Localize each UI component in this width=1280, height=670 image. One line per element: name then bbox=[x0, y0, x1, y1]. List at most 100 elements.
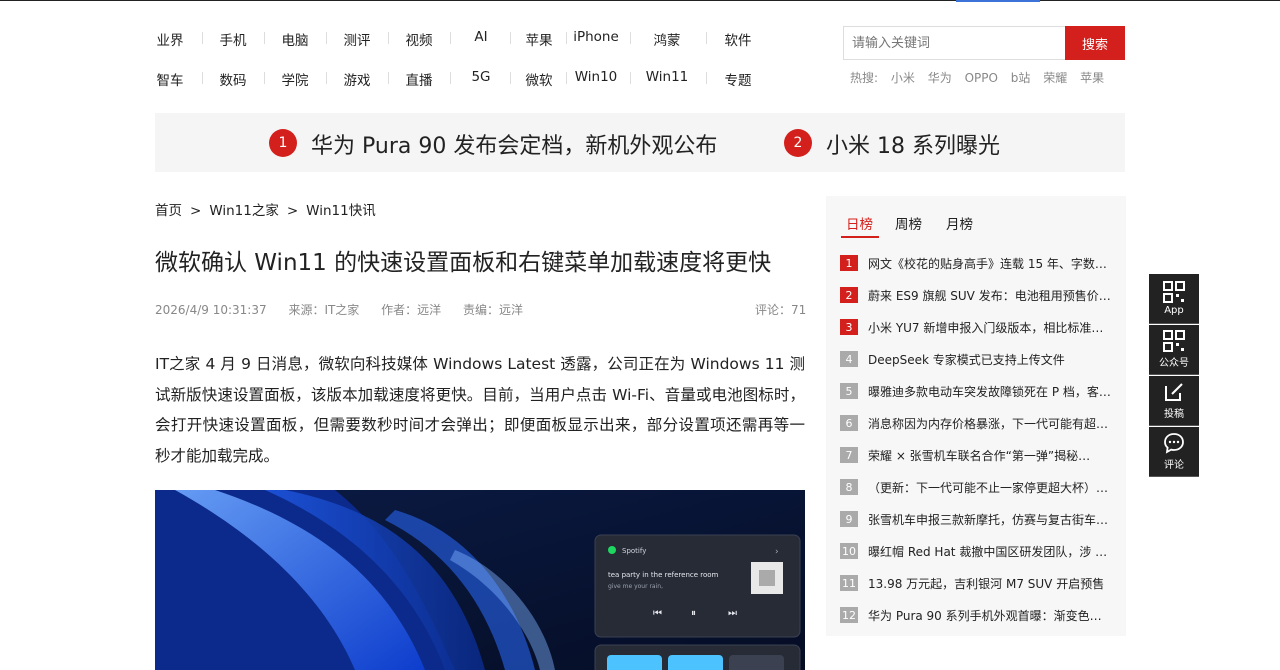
nav-item-5g[interactable]: 5G bbox=[451, 69, 511, 85]
breadcrumb-separator: > bbox=[190, 203, 202, 219]
article-date: 2026/4/9 10:31:37 bbox=[155, 303, 267, 317]
app-download-button[interactable]: App bbox=[1149, 274, 1199, 324]
search-button[interactable]: 搜索 bbox=[1065, 26, 1125, 60]
rank-badge: 2 bbox=[840, 287, 858, 303]
ranking-item-link[interactable]: 荣耀 × 张雪机车联名合作“第一弹”揭秘… bbox=[868, 447, 1112, 464]
ranking-item-link[interactable]: 消息称因为内存价格暴涨，下一代可能有超… bbox=[868, 415, 1112, 432]
qr-code-icon bbox=[1163, 330, 1185, 352]
nav-divider bbox=[706, 72, 707, 84]
article-source: 来源：IT之家 bbox=[288, 303, 360, 317]
ranking-item-link[interactable]: DeepSeek 专家模式已支持上传文件 bbox=[868, 351, 1112, 368]
ranking-item-link[interactable]: 网文《校花的贴身高手》连载 15 年、字数… bbox=[868, 255, 1112, 272]
top-border bbox=[0, 0, 1280, 1]
banner-headline-link[interactable]: 华为 Pura 90 发布会定档，新机外观公布 bbox=[311, 128, 717, 160]
qr-code-icon bbox=[1163, 281, 1185, 303]
nav-item-video[interactable]: 视频 bbox=[389, 29, 449, 49]
banner-headline-link[interactable]: 小米 18 系列曝光 bbox=[826, 128, 1000, 160]
rank-badge: 6 bbox=[840, 415, 858, 431]
breadcrumb-section[interactable]: Win11之家 bbox=[209, 203, 279, 219]
svg-text:⏮: ⏮ bbox=[653, 608, 662, 619]
article-editor: 责编：远洋 bbox=[462, 303, 523, 317]
ranking-item-link[interactable]: 曝雅迪多款电动车突发故障锁死在 P 档，客… bbox=[868, 383, 1112, 400]
tab-daily[interactable]: 日榜 bbox=[846, 213, 873, 233]
rank-badge: 12 bbox=[840, 607, 858, 623]
hot-search-term[interactable]: 荣耀 bbox=[1043, 71, 1067, 85]
active-tab-underline bbox=[841, 236, 879, 238]
tab-weekly[interactable]: 周榜 bbox=[895, 213, 922, 233]
ranking-item-link[interactable]: 曝红帽 Red Hat 裁撤中国区研发团队，涉 … bbox=[868, 543, 1112, 560]
article-meta: 2026/4/9 10:31:37 来源：IT之家 作者：远洋 责编：远洋 bbox=[155, 301, 541, 318]
rank-badge: 10 bbox=[840, 543, 858, 559]
float-label: App bbox=[1164, 305, 1184, 316]
hot-search-label: 热搜: bbox=[850, 71, 879, 85]
nav-item-win11[interactable]: Win11 bbox=[637, 69, 697, 85]
nav-item-review[interactable]: 测评 bbox=[327, 29, 387, 49]
comment-button[interactable]: 评论 bbox=[1149, 427, 1199, 477]
hot-search-term[interactable]: 小米 bbox=[891, 71, 915, 85]
svg-text:›: › bbox=[775, 547, 779, 557]
rank-badge: 11 bbox=[840, 575, 858, 591]
nav-item-harmony[interactable]: 鸿蒙 bbox=[637, 29, 697, 49]
media-artist: give me your rain, bbox=[608, 583, 663, 590]
media-track-title: tea party in the reference room bbox=[608, 571, 719, 579]
search-input[interactable] bbox=[844, 27, 1065, 59]
win11-wallpaper-illustration: Spotify tea party in the reference room … bbox=[155, 490, 805, 670]
rank-badge: 5 bbox=[840, 383, 858, 399]
nav-item-apple[interactable]: 苹果 bbox=[509, 29, 569, 49]
nav-item-topics[interactable]: 专题 bbox=[708, 69, 768, 89]
ranking-item-link[interactable]: 小米 YU7 新增申报入门级版本，相比标准… bbox=[868, 319, 1112, 336]
nav-item-live[interactable]: 直播 bbox=[389, 69, 449, 89]
nav-item-academy[interactable]: 学院 bbox=[265, 69, 325, 89]
nav-divider bbox=[630, 32, 631, 44]
rank-badge: 4 bbox=[840, 351, 858, 367]
breadcrumb: 首页 > Win11之家 > Win11快讯 bbox=[155, 199, 376, 219]
article-author: 作者：远洋 bbox=[381, 303, 442, 317]
nav-item-microsoft[interactable]: 微软 bbox=[509, 69, 569, 89]
ranking-item-link[interactable]: 华为 Pura 90 系列手机外观首曝：渐变色… bbox=[868, 607, 1112, 624]
top-accent-bar bbox=[956, 0, 1040, 2]
breadcrumb-subsection[interactable]: Win11快讯 bbox=[306, 203, 376, 219]
banner-rank-badge: 2 bbox=[784, 129, 812, 157]
ranking-item-link[interactable]: 蔚来 ES9 旗舰 SUV 发布：电池租用预售价… bbox=[868, 287, 1112, 304]
nav-item-industry[interactable]: 业界 bbox=[140, 29, 200, 49]
article-image: Spotify tea party in the reference room … bbox=[155, 490, 805, 670]
breadcrumb-home[interactable]: 首页 bbox=[155, 203, 182, 219]
tab-monthly[interactable]: 月榜 bbox=[946, 213, 973, 233]
media-app-name: Spotify bbox=[622, 547, 646, 555]
comment-icon bbox=[1164, 433, 1184, 454]
nav-item-pc[interactable]: 电脑 bbox=[265, 29, 325, 49]
nav-item-games[interactable]: 游戏 bbox=[327, 69, 387, 89]
svg-text:⏭: ⏭ bbox=[728, 608, 737, 619]
edit-icon bbox=[1165, 383, 1183, 401]
hot-search-term[interactable]: 苹果 bbox=[1080, 71, 1104, 85]
float-label: 评论 bbox=[1164, 460, 1184, 471]
article-title: 微软确认 Win11 的快速设置面板和右键菜单加载速度将更快 bbox=[155, 250, 772, 276]
nav-item-phone[interactable]: 手机 bbox=[203, 29, 263, 49]
rank-badge: 9 bbox=[840, 511, 858, 527]
ranking-item-link[interactable]: （更新：下一代可能不止一家停更超大杯）… bbox=[868, 479, 1112, 496]
ranking-item-link[interactable]: 张雪机车申报三款新摩托，仿赛与复古街车… bbox=[868, 511, 1112, 528]
comment-count-link[interactable]: 评论：71 bbox=[755, 301, 806, 318]
nav-item-digital[interactable]: 数码 bbox=[203, 69, 263, 89]
nav-item-iphone[interactable]: iPhone bbox=[566, 29, 626, 45]
nav-item-software[interactable]: 软件 bbox=[708, 29, 768, 49]
search-field-wrapper bbox=[843, 26, 1065, 60]
float-label: 投稿 bbox=[1164, 409, 1184, 420]
hot-search-term[interactable]: 华为 bbox=[928, 71, 952, 85]
wechat-account-button[interactable]: 公众号 bbox=[1149, 325, 1199, 375]
banner-rank-badge: 1 bbox=[269, 129, 297, 157]
breadcrumb-separator: > bbox=[286, 203, 299, 219]
rank-badge: 1 bbox=[840, 255, 858, 271]
ranking-item-link[interactable]: 13.98 万元起，吉利银河 M7 SUV 开启预售 bbox=[868, 575, 1112, 592]
submit-article-button[interactable]: 投稿 bbox=[1149, 376, 1199, 426]
nav-item-smart-car[interactable]: 智车 bbox=[140, 69, 200, 89]
hot-search-term[interactable]: b站 bbox=[1011, 71, 1031, 85]
nav-item-win10[interactable]: Win10 bbox=[566, 69, 626, 85]
nav-divider bbox=[630, 72, 631, 84]
hot-search-term[interactable]: OPPO bbox=[965, 71, 998, 85]
float-label: 公众号 bbox=[1159, 358, 1189, 369]
rank-badge: 8 bbox=[840, 479, 858, 495]
rank-badge: 7 bbox=[840, 447, 858, 463]
nav-item-ai[interactable]: AI bbox=[451, 29, 511, 45]
nav-divider bbox=[706, 32, 707, 44]
